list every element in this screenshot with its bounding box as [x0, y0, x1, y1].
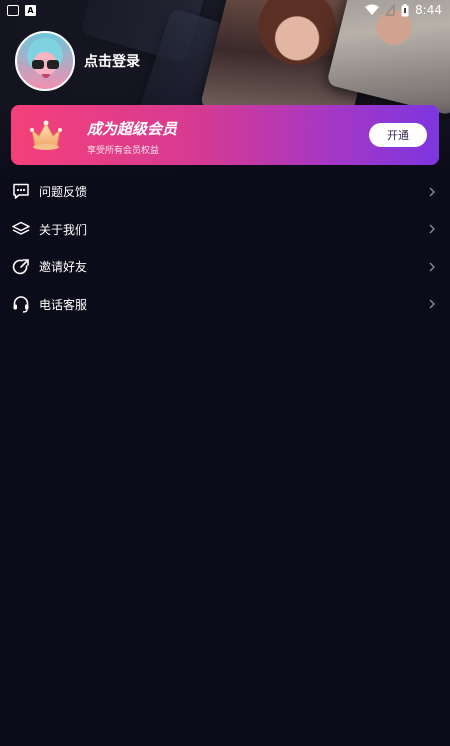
menu-item-label: 问题反馈 [39, 185, 88, 200]
headset-icon [12, 295, 30, 313]
menu-item-label: 邀请好友 [39, 260, 88, 275]
vip-banner[interactable]: 成为超级会员 享受所有会员权益 开通 [11, 105, 439, 165]
vip-title: 成为超级会员 [87, 120, 178, 138]
chevron-right-icon [429, 224, 435, 234]
layers-icon [12, 220, 30, 238]
chevron-right-icon [429, 187, 435, 197]
battery-icon [401, 3, 409, 16]
crown-icon [30, 120, 62, 150]
open-vip-button[interactable]: 开通 [369, 123, 427, 147]
chevron-right-icon [429, 299, 435, 309]
menu-item-label: 关于我们 [39, 222, 88, 237]
avatar[interactable] [15, 31, 75, 91]
chat-dots-icon [12, 183, 30, 201]
login-link[interactable]: 点击登录 [84, 51, 140, 71]
vip-subtitle: 享受所有会员权益 [87, 146, 160, 156]
a-icon: A [25, 4, 36, 16]
settings-menu: 问题反馈 关于我们 邀请好友 电话客服 [0, 173, 450, 323]
menu-item-invite[interactable]: 邀请好友 [0, 248, 450, 286]
menu-item-about[interactable]: 关于我们 [0, 211, 450, 249]
menu-item-feedback[interactable]: 问题反馈 [0, 173, 450, 211]
status-time: 8:44 [415, 3, 442, 17]
chevron-right-icon [429, 262, 435, 272]
menu-item-customer-service[interactable]: 电话客服 [0, 286, 450, 324]
status-bar: A 8:44 [0, 0, 450, 20]
menu-item-label: 电话客服 [39, 297, 88, 312]
share-icon [12, 258, 30, 276]
mail-icon [7, 4, 19, 16]
wifi-icon [365, 4, 380, 15]
signal-off-icon [385, 4, 395, 16]
